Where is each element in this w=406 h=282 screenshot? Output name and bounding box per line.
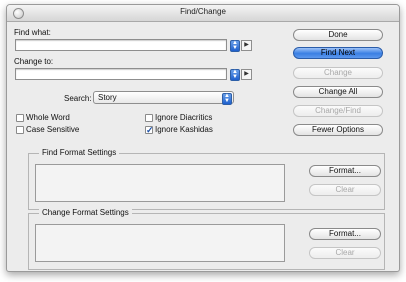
find-special-characters-icon[interactable]: ▶: [241, 40, 252, 51]
case-sensitive-label: Case Sensitive: [26, 125, 80, 134]
search-scope-select[interactable]: Story ▲ ▼: [93, 91, 234, 105]
find-what-label: Find what:: [14, 28, 51, 37]
window-title: Find/Change: [180, 7, 226, 16]
find-what-field[interactable]: [15, 39, 227, 51]
ignore-diacritics-label: Ignore Diacritics: [155, 113, 213, 122]
checkmark-icon: ✓: [146, 125, 154, 135]
change-all-button[interactable]: Change All: [293, 86, 383, 98]
find-format-settings-group: Find Format Settings: [28, 148, 385, 210]
case-sensitive-checkbox[interactable]: [16, 126, 24, 134]
ignore-kashidas-label: Ignore Kashidas: [155, 125, 213, 134]
find-change-dialog: Find/Change Find what: ▲ ▼ ▶ Change to: ▲…: [6, 4, 400, 272]
change-button[interactable]: Change: [293, 67, 383, 79]
find-format-list[interactable]: [35, 164, 285, 202]
change-format-clear-button[interactable]: Clear: [309, 247, 381, 259]
change-format-settings-title: Change Format Settings: [39, 208, 132, 217]
change-special-characters-icon[interactable]: ▶: [241, 69, 252, 80]
find-history-popup-icon[interactable]: ▲ ▼: [230, 40, 240, 52]
change-history-popup-icon[interactable]: ▲ ▼: [230, 69, 240, 81]
ignore-kashidas-checkbox[interactable]: ✓: [145, 125, 154, 135]
search-label: Search:: [64, 94, 92, 103]
change-format-button[interactable]: Format...: [309, 228, 381, 240]
change-to-label: Change to:: [14, 57, 54, 66]
find-next-button[interactable]: Find Next: [293, 47, 383, 59]
whole-word-label: Whole Word: [26, 113, 70, 122]
title-bar: Find/Change: [7, 5, 399, 22]
done-button[interactable]: Done: [293, 29, 383, 41]
whole-word-checkbox[interactable]: [16, 114, 24, 122]
ignore-diacritics-checkbox[interactable]: [145, 114, 153, 122]
select-arrows-icon: ▲ ▼: [222, 93, 232, 105]
find-format-clear-button[interactable]: Clear: [309, 184, 381, 196]
change-format-list[interactable]: [35, 224, 285, 262]
change-find-button[interactable]: Change/Find: [293, 105, 383, 117]
fewer-options-button[interactable]: Fewer Options: [293, 124, 383, 136]
find-format-button[interactable]: Format...: [309, 165, 381, 177]
search-scope-value: Story: [98, 93, 117, 102]
find-format-settings-title: Find Format Settings: [39, 148, 120, 157]
change-to-field[interactable]: [15, 68, 227, 80]
change-format-settings-group: Change Format Settings: [28, 208, 385, 270]
